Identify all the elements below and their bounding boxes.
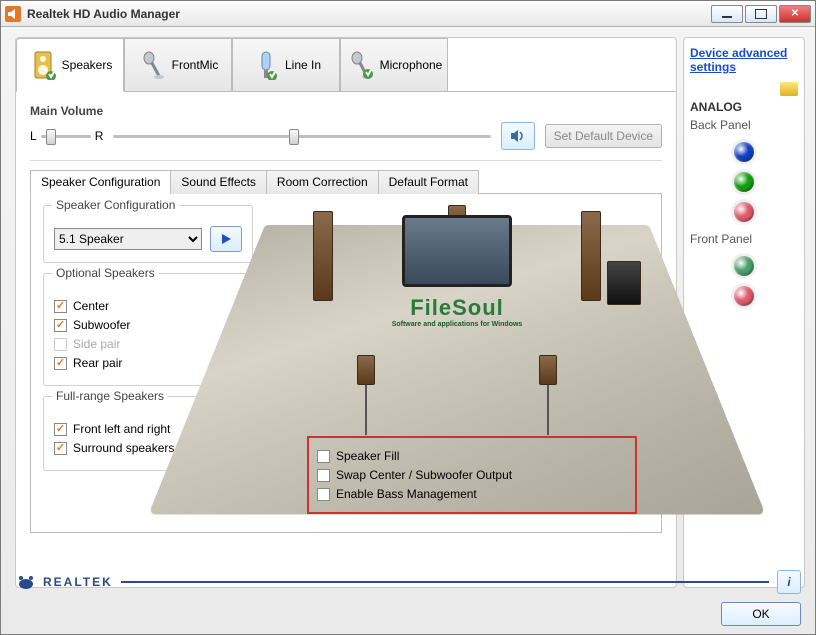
device-tab-label: Microphone bbox=[380, 58, 443, 72]
config-body: Speaker Configuration 5.1 Speaker Option… bbox=[30, 193, 662, 533]
checkbox-label: Side pair bbox=[73, 337, 120, 351]
tab-frontmic-icon bbox=[138, 50, 168, 80]
tab-microphone-icon bbox=[346, 50, 376, 80]
app-icon bbox=[5, 6, 21, 22]
ok-button[interactable]: OK bbox=[721, 602, 801, 626]
titlebar: Realtek HD Audio Manager ✕ bbox=[1, 1, 815, 27]
checkbox-icon bbox=[54, 338, 67, 351]
volume-slider[interactable] bbox=[113, 127, 490, 145]
subtab-speaker-configuration[interactable]: Speaker Configuration bbox=[30, 170, 171, 194]
info-button[interactable]: i bbox=[777, 570, 801, 594]
optional-speakers-title: Optional Speakers bbox=[52, 266, 159, 280]
device-tab-label: FrontMic bbox=[172, 58, 219, 72]
speaker-rear-left[interactable] bbox=[357, 355, 375, 385]
speaker-front-left[interactable] bbox=[313, 211, 333, 301]
back-jack-0[interactable] bbox=[734, 142, 754, 162]
tab-microphone[interactable]: Microphone bbox=[340, 38, 448, 92]
balance-control: L R bbox=[30, 127, 103, 145]
speaker-stage: FileSoul Software and applications for W… bbox=[265, 205, 649, 520]
checkbox-label: Speaker Fill bbox=[336, 449, 399, 463]
mute-button[interactable] bbox=[501, 122, 535, 150]
back-jack-1[interactable] bbox=[734, 172, 754, 192]
fullrange-speakers-title: Full-range Speakers bbox=[52, 389, 168, 403]
device-tab-label: Line In bbox=[285, 58, 321, 72]
checkbox-icon bbox=[54, 319, 67, 332]
sub-tabs: Speaker ConfigurationSound EffectsRoom C… bbox=[30, 169, 662, 194]
checkbox-label: Front left and right bbox=[73, 422, 170, 436]
maximize-button[interactable] bbox=[745, 5, 777, 23]
balance-slider[interactable] bbox=[41, 127, 91, 145]
checkbox-label: Enable Bass Management bbox=[336, 487, 477, 501]
balance-left-label: L bbox=[30, 129, 37, 143]
extra-enable-bass-management[interactable]: Enable Bass Management bbox=[317, 487, 627, 501]
play-test-button[interactable] bbox=[210, 226, 242, 252]
play-icon bbox=[219, 232, 233, 246]
speaker-subwoofer[interactable] bbox=[607, 261, 641, 305]
analog-heading: ANALOG bbox=[690, 100, 798, 114]
minimize-button[interactable] bbox=[711, 5, 743, 23]
device-tab-label: Speakers bbox=[62, 58, 113, 72]
tab-linein[interactable]: Line In bbox=[232, 38, 340, 92]
checkbox-label: Swap Center / Subwoofer Output bbox=[336, 468, 512, 482]
back-jack-2[interactable] bbox=[734, 202, 754, 222]
subtab-default-format[interactable]: Default Format bbox=[378, 170, 479, 194]
speaker-config-group: Speaker Configuration 5.1 Speaker bbox=[43, 205, 253, 263]
tab-speakers[interactable]: Speakers bbox=[16, 38, 124, 92]
optional-subwoofer[interactable]: Subwoofer bbox=[54, 318, 242, 332]
speaker-front-right[interactable] bbox=[581, 211, 601, 301]
checkbox-label: Surround speakers bbox=[73, 441, 174, 455]
tab-speakers-icon bbox=[28, 50, 58, 80]
checkbox-icon bbox=[317, 469, 330, 482]
front-jack-1[interactable] bbox=[734, 286, 754, 306]
front-jack-0[interactable] bbox=[734, 256, 754, 276]
tab-linein-icon bbox=[251, 50, 281, 80]
checkbox-icon bbox=[317, 488, 330, 501]
window-title: Realtek HD Audio Manager bbox=[27, 7, 180, 21]
speaker-icon bbox=[509, 127, 527, 145]
extra-speaker-fill[interactable]: Speaker Fill bbox=[317, 449, 627, 463]
main-panel: Speakers FrontMic Line In Microphone Main V… bbox=[15, 37, 677, 588]
subtab-room-correction[interactable]: Room Correction bbox=[266, 170, 379, 194]
speaker-rear-right[interactable] bbox=[539, 355, 557, 385]
speaker-config-title: Speaker Configuration bbox=[52, 198, 179, 212]
speaker-config-select[interactable]: 5.1 Speaker bbox=[54, 228, 202, 250]
checkbox-icon bbox=[54, 300, 67, 313]
optional-center[interactable]: Center bbox=[54, 299, 242, 313]
checkbox-label: Subwoofer bbox=[73, 318, 130, 332]
back-panel-label: Back Panel bbox=[690, 118, 798, 132]
realtek-crab-icon bbox=[15, 572, 37, 592]
brand-logo: REALTEK bbox=[15, 572, 113, 592]
main-volume-label: Main Volume bbox=[30, 104, 662, 118]
checkbox-icon bbox=[317, 450, 330, 463]
device-tabs: Speakers FrontMic Line In Microphone bbox=[16, 38, 676, 92]
checkbox-icon bbox=[54, 423, 67, 436]
checkbox-icon bbox=[54, 357, 67, 370]
balance-right-label: R bbox=[95, 129, 104, 143]
subtab-sound-effects[interactable]: Sound Effects bbox=[170, 170, 267, 194]
checkbox-label: Rear pair bbox=[73, 356, 122, 370]
close-button[interactable]: ✕ bbox=[779, 5, 811, 23]
set-default-button[interactable]: Set Default Device bbox=[545, 124, 662, 148]
tab-frontmic[interactable]: FrontMic bbox=[124, 38, 232, 92]
extra-swap-center-subwoofer-output[interactable]: Swap Center / Subwoofer Output bbox=[317, 468, 627, 482]
extra-options-box: Speaker Fill Swap Center / Subwoofer Outp… bbox=[307, 436, 637, 514]
footer: REALTEK i bbox=[15, 570, 801, 594]
checkbox-icon bbox=[54, 442, 67, 455]
watermark: FileSoul Software and applications for W… bbox=[392, 295, 523, 328]
device-advanced-link[interactable]: Device advanced settings bbox=[690, 46, 798, 74]
app-window: Realtek HD Audio Manager ✕ Speakers Front… bbox=[0, 0, 816, 635]
checkbox-label: Center bbox=[73, 299, 109, 313]
connector-settings-icon[interactable] bbox=[780, 82, 798, 96]
tv-icon bbox=[402, 215, 512, 287]
front-panel-label: Front Panel bbox=[690, 232, 798, 246]
